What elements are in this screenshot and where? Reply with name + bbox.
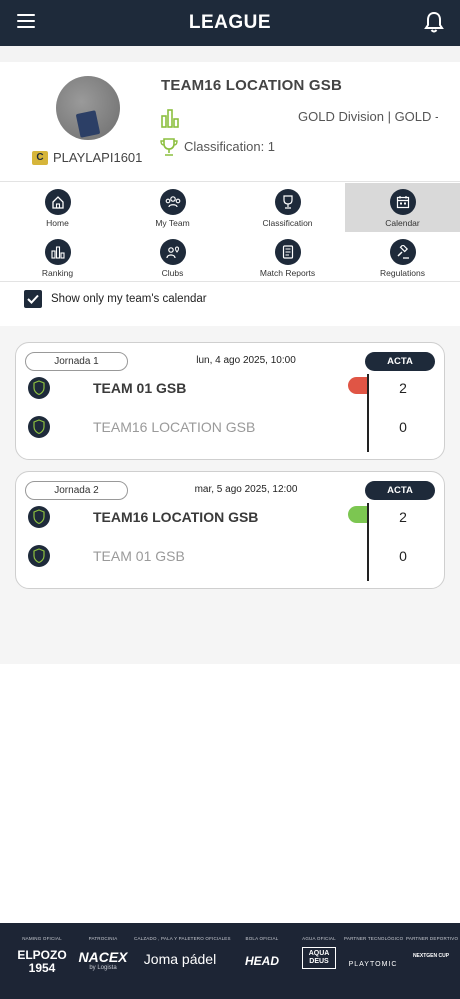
nav-calendar[interactable]: Calendar [345, 183, 460, 232]
bell-icon[interactable] [424, 11, 444, 33]
my-team-calendar-toggle[interactable]: Show only my team's calendar [24, 290, 207, 308]
away-score: 0 [399, 419, 407, 435]
page-title: LEAGUE [188, 12, 272, 33]
match-card[interactable]: Jornada 2 mar, 5 ago 2025, 12:00 ACTA TE… [15, 471, 445, 589]
sponsor-head: BOLA OFICIAL HEAD [234, 923, 290, 968]
sponsor-caption: CALZADO , PALA Y PALETERO OFICIALES [134, 936, 231, 941]
match-date: mar, 5 ago 2025, 12:00 [194, 484, 298, 495]
score-divider [367, 374, 369, 452]
nav-ranking[interactable]: Ranking [0, 233, 115, 282]
nav-home[interactable]: Home [0, 183, 115, 232]
user-row: C PLAYLAPI1601 [32, 150, 142, 165]
nav-my-team[interactable]: My Team [115, 183, 230, 232]
home-score: 2 [399, 380, 407, 396]
sponsor-caption: PARTNER DEPORTIVO [406, 936, 459, 941]
filter-checkbox[interactable] [24, 290, 42, 308]
team-shield-icon [28, 377, 50, 399]
sponsor-name: PLAYTOMIC [348, 961, 398, 968]
result-indicator [348, 506, 368, 523]
sponsor-nextgen-cup: PARTNER DEPORTIVO NEXTGEN CUP [406, 923, 459, 959]
report-icon [274, 239, 301, 265]
home-team-name: TEAM16 LOCATION GSB [93, 509, 259, 525]
trophy-icon [274, 189, 301, 215]
nav-classification-label: Classification [262, 218, 313, 228]
nav-ranking-label: Ranking [41, 268, 74, 278]
jornada-pill: Jornada 2 [25, 481, 128, 500]
checkmark-icon [27, 294, 39, 304]
match-card[interactable]: Jornada 1 lun, 4 ago 2025, 10:00 ACTA TE… [15, 342, 445, 460]
division-label: GOLD Division | GOLD - G [298, 109, 438, 124]
sponsor-caption: PATROCINIA [88, 936, 118, 941]
nav-match-reports-label: Match Reports [259, 268, 316, 278]
nav-calendar-label: Calendar [385, 218, 420, 228]
hamburger-menu-icon[interactable] [17, 14, 35, 30]
sponsor-joma: CALZADO , PALA Y PALETERO OFICIALES Joma… [134, 923, 231, 967]
team-name: TEAM16 LOCATION GSB [161, 77, 343, 94]
captain-badge: C [32, 150, 48, 165]
nav-regulations-label: Regulations [380, 268, 425, 278]
classification-label: Classification: 1 [184, 139, 276, 154]
nav-match-reports[interactable]: Match Reports [230, 233, 345, 282]
team-icon [159, 189, 186, 215]
ranking-icon [44, 239, 71, 265]
nav-clubs[interactable]: Clubs [115, 233, 230, 282]
filter-label: Show only my team's calendar [51, 293, 207, 305]
team-shield-icon [28, 545, 50, 567]
trophy-icon [160, 138, 178, 156]
sponsor-elpozo: NAMING OFICIAL ELPOZO 1954 [14, 923, 70, 975]
team-shield-icon [28, 506, 50, 528]
sponsor-footer: NAMING OFICIAL ELPOZO 1954 PATROCINIA NA… [0, 923, 460, 999]
sponsor-caption: PARTNER TECNOLÓGICO [344, 936, 404, 941]
match-date: lun, 4 ago 2025, 10:00 [196, 355, 296, 366]
sponsor-playtomic: PARTNER TECNOLÓGICO PLAYTOMIC [344, 923, 404, 968]
nav-classification[interactable]: Classification [230, 183, 345, 232]
username: PLAYLAPI1601 [53, 150, 143, 165]
result-indicator [348, 377, 368, 394]
match-list: Jornada 1 lun, 4 ago 2025, 10:00 ACTA TE… [0, 326, 460, 664]
header-spacer [0, 46, 460, 62]
sponsor-name: NEXTGEN CUP [412, 953, 450, 959]
away-team-name: TEAM 01 GSB [93, 548, 185, 564]
sponsor-nacex: PATROCINIA NACEX by Logista [76, 923, 130, 971]
nav-regulations[interactable]: Regulations [345, 233, 460, 282]
sponsor-name: NACEX [78, 949, 128, 965]
sponsor-caption: AGUA OFICIAL [302, 936, 336, 941]
away-team-name: TEAM16 LOCATION GSB [93, 419, 256, 435]
sponsor-subname: by Logista [89, 965, 117, 971]
sponsor-name: AQUA DEUS [302, 947, 336, 969]
division-icon [161, 109, 179, 128]
sponsor-name: Joma pádel [143, 951, 217, 967]
home-icon [44, 189, 71, 215]
nav-my-team-label: My Team [155, 218, 190, 228]
acta-button[interactable]: ACTA [365, 352, 435, 371]
away-score: 0 [399, 548, 407, 564]
team-shield-icon [28, 416, 50, 438]
top-app-bar: LEAGUE [0, 0, 460, 46]
section-navigation: Home My Team Classification Calendar Ran… [0, 183, 460, 282]
home-score: 2 [399, 509, 407, 525]
sponsor-aqua-deus: AGUA OFICIAL AQUA DEUS [298, 923, 340, 969]
sponsor-name: HEAD [244, 954, 279, 968]
sponsor-name: ELPOZO 1954 [17, 948, 67, 975]
team-profile-card: C PLAYLAPI1601 TEAM16 LOCATION GSB GOLD … [0, 62, 460, 182]
avatar[interactable] [56, 76, 120, 140]
score-divider [367, 503, 369, 581]
acta-button[interactable]: ACTA [365, 481, 435, 500]
nav-clubs-label: Clubs [161, 268, 184, 278]
jornada-pill: Jornada 1 [25, 352, 128, 371]
gavel-icon [389, 239, 416, 265]
sponsor-caption: NAMING OFICIAL [22, 936, 62, 941]
clubs-icon [159, 239, 186, 265]
home-team-name: TEAM 01 GSB [93, 380, 187, 396]
calendar-icon [389, 189, 416, 215]
sponsor-caption: BOLA OFICIAL [245, 936, 279, 941]
nav-home-label: Home [46, 218, 69, 228]
